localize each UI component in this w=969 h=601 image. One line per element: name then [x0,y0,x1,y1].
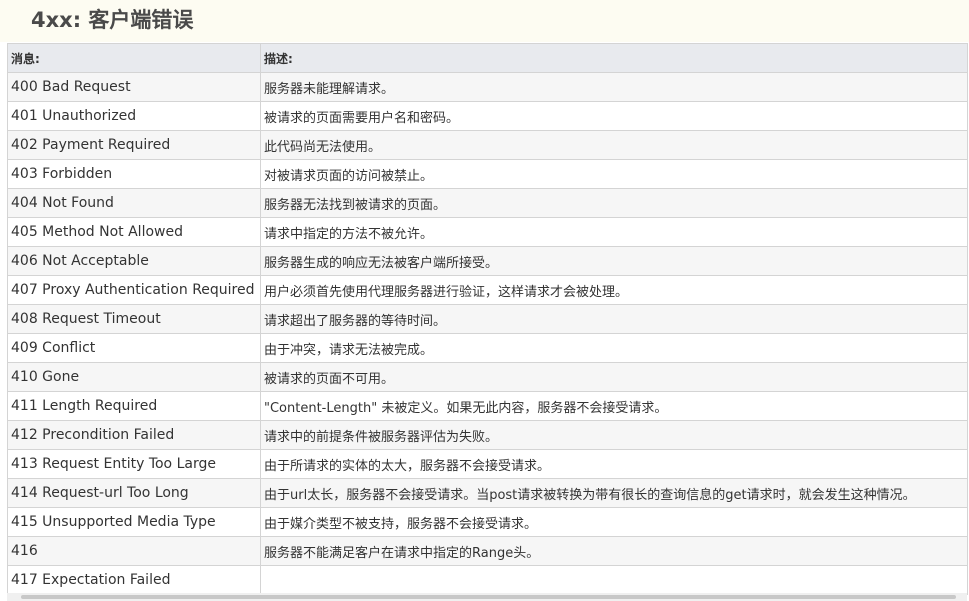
status-description-cell: 请求中指定的方法不被允许。 [260,217,968,247]
status-description-cell: 被请求的页面需要用户名和密码。 [260,101,968,131]
status-code-cell: 402 Payment Required [7,130,261,160]
column-header-description: 描述: [260,43,968,73]
status-description-cell: "Content-Length" 未被定义。如果无此内容，服务器不会接受请求。 [260,391,968,421]
status-description-cell: 由于url太长，服务器不会接受请求。当post请求被转换为带有很长的查询信息的g… [260,478,968,508]
status-code-cell: 415 Unsupported Media Type [7,507,261,537]
heading-band: 4xx: 客户端错误 [0,0,969,42]
status-code-cell: 406 Not Acceptable [7,246,261,276]
table-row: 412 Precondition Failed 请求中的前提条件被服务器评估为失败… [7,420,968,450]
status-code-cell: 410 Gone [7,362,261,392]
status-code-cell: 413 Request Entity Too Large [7,449,261,479]
status-description-cell: 对被请求页面的访问被禁止。 [260,159,968,189]
table-row: 403 Forbidden 对被请求页面的访问被禁止。 [7,159,968,189]
status-code-cell: 401 Unauthorized [7,101,261,131]
table-row: 404 Not Found 服务器无法找到被请求的页面。 [7,188,968,218]
column-header-message: 消息: [7,43,261,73]
status-description-cell: 服务器无法找到被请求的页面。 [260,188,968,218]
table-header-row: 消息: 描述: [7,43,968,73]
table-row: 417 Expectation Failed [7,565,968,595]
status-code-table: 消息: 描述: 400 Bad Request 服务器未能理解请求。 401 Una… [7,43,968,595]
table-row: 407 Proxy Authentication Required 用户必须首先使… [7,275,968,305]
status-code-cell: 403 Forbidden [7,159,261,189]
status-description-cell: 服务器未能理解请求。 [260,72,968,102]
status-description-cell: 此代码尚无法使用。 [260,130,968,160]
table-row: 408 Request Timeout 请求超出了服务器的等待时间。 [7,304,968,334]
status-code-cell: 405 Method Not Allowed [7,217,261,247]
table-row: 405 Method Not Allowed 请求中指定的方法不被允许。 [7,217,968,247]
table-row: 415 Unsupported Media Type 由于媒介类型不被支持，服务器… [7,507,968,537]
status-description-cell: 服务器生成的响应无法被客户端所接受。 [260,246,968,276]
status-description-cell: 请求中的前提条件被服务器评估为失败。 [260,420,968,450]
status-description-cell [260,565,968,595]
table-row: 401 Unauthorized 被请求的页面需要用户名和密码。 [7,101,968,131]
page-title: 4xx: 客户端错误 [31,8,194,32]
status-code-cell: 409 Conflict [7,333,261,363]
horizontal-scrollbar[interactable] [7,593,967,601]
status-code-cell: 404 Not Found [7,188,261,218]
table-row: 410 Gone 被请求的页面不可用。 [7,362,968,392]
table-row: 411 Length Required "Content-Length" 未被定义… [7,391,968,421]
table-row: 413 Request Entity Too Large 由于所请求的实体的太大，… [7,449,968,479]
table-row: 409 Conflict 由于冲突，请求无法被完成。 [7,333,968,363]
table-row: 400 Bad Request 服务器未能理解请求。 [7,72,968,102]
status-code-cell: 400 Bad Request [7,72,261,102]
status-code-cell: 416 [7,536,261,566]
status-description-cell: 请求超出了服务器的等待时间。 [260,304,968,334]
table-row: 414 Request-url Too Long 由于url太长，服务器不会接受请… [7,478,968,508]
scrollbar-thumb[interactable] [21,595,956,599]
status-code-cell: 408 Request Timeout [7,304,261,334]
status-description-cell: 用户必须首先使用代理服务器进行验证，这样请求才会被处理。 [260,275,968,305]
status-description-cell: 由于媒介类型不被支持，服务器不会接受请求。 [260,507,968,537]
status-code-cell: 407 Proxy Authentication Required [7,275,261,305]
status-description-cell: 服务器不能满足客户在请求中指定的Range头。 [260,536,968,566]
status-code-cell: 411 Length Required [7,391,261,421]
table-body: 400 Bad Request 服务器未能理解请求。 401 Unauthorize… [7,72,968,595]
table-row: 402 Payment Required 此代码尚无法使用。 [7,130,968,160]
table-row: 416 服务器不能满足客户在请求中指定的Range头。 [7,536,968,566]
status-description-cell: 被请求的页面不可用。 [260,362,968,392]
status-description-cell: 由于所请求的实体的太大，服务器不会接受请求。 [260,449,968,479]
status-code-cell: 417 Expectation Failed [7,565,261,595]
status-code-cell: 414 Request-url Too Long [7,478,261,508]
table-row: 406 Not Acceptable 服务器生成的响应无法被客户端所接受。 [7,246,968,276]
status-code-cell: 412 Precondition Failed [7,420,261,450]
status-description-cell: 由于冲突，请求无法被完成。 [260,333,968,363]
